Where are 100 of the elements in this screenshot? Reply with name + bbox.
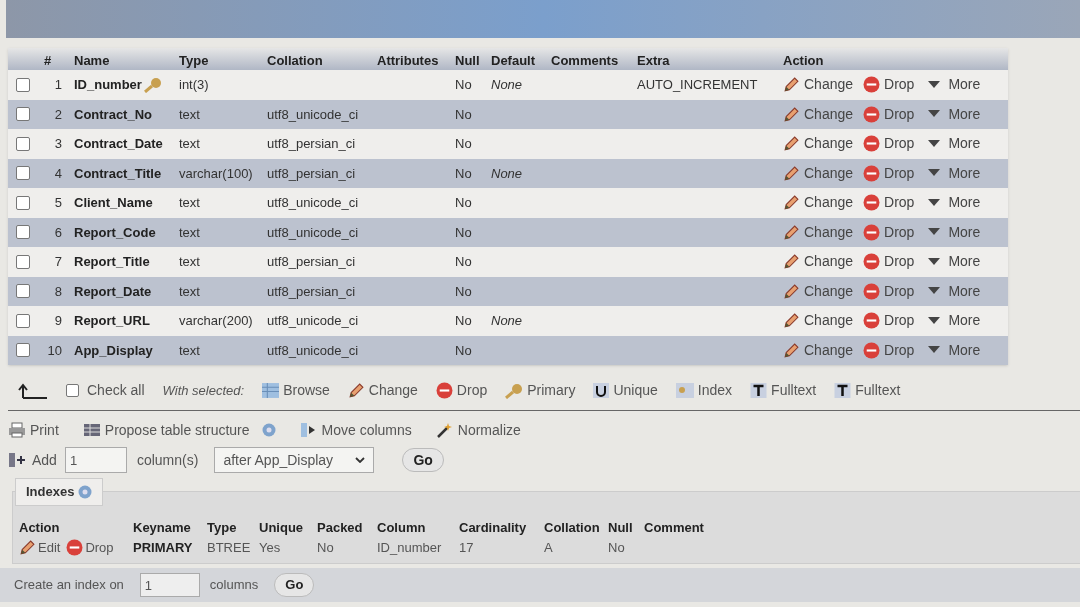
drop-link[interactable]: Drop: [863, 133, 915, 155]
checkbox[interactable]: [16, 107, 30, 122]
more-link[interactable]: More: [928, 133, 981, 155]
column-header[interactable]: Action: [19, 520, 60, 535]
drop-link[interactable]: Drop: [863, 280, 915, 302]
drop-icon: [863, 312, 881, 330]
move-link[interactable]: Move columns: [299, 419, 412, 441]
null-value: No: [455, 136, 472, 151]
column-type: varchar(100): [179, 165, 253, 181]
change-button[interactable]: Change: [347, 380, 418, 401]
column-header[interactable]: Comment: [644, 520, 704, 535]
drop-link[interactable]: Drop: [863, 221, 915, 243]
pencil-icon: [783, 135, 800, 153]
go-button[interactable]: Go: [402, 448, 444, 472]
more-link[interactable]: More: [928, 310, 981, 332]
column-name: Report_URL: [74, 312, 150, 330]
change-link[interactable]: Change: [783, 162, 854, 184]
drop-icon: [863, 135, 881, 153]
propose-link[interactable]: Propose table structure: [82, 419, 250, 441]
change-link[interactable]: Change: [783, 103, 854, 125]
column-name: Contract_No: [74, 105, 152, 124]
checkbox[interactable]: [16, 77, 30, 92]
default-value: None: [491, 77, 523, 92]
check-all[interactable]: Check all: [66, 380, 145, 401]
position-select[interactable]: after App_Display: [214, 447, 375, 473]
column-header[interactable]: Unique: [259, 520, 304, 535]
drop-icon: [863, 223, 881, 241]
column-header[interactable]: Type: [207, 520, 237, 535]
change-link[interactable]: Change: [783, 133, 854, 155]
more-link[interactable]: More: [928, 280, 981, 302]
column-name: Report_Date: [74, 282, 152, 301]
column-header[interactable]: Action: [783, 52, 824, 68]
fulltext-button[interactable]: Fulltext: [750, 380, 817, 401]
print-link[interactable]: Print: [8, 419, 59, 441]
column-header[interactable]: Collation: [544, 520, 600, 535]
column-header[interactable]: Type: [179, 52, 209, 68]
drop-button[interactable]: Drop: [435, 380, 488, 401]
checkbox[interactable]: [16, 313, 30, 328]
row-number: 9: [53, 312, 62, 330]
index-count-field[interactable]: 1: [139, 573, 200, 597]
checkbox[interactable]: [16, 254, 30, 269]
column-header[interactable]: Collation: [267, 52, 323, 68]
more-link[interactable]: More: [928, 74, 981, 96]
edit-link[interactable]: Edit: [19, 537, 61, 557]
more-link[interactable]: More: [928, 339, 981, 361]
caret-icon: [928, 257, 941, 266]
unique-button[interactable]: Unique: [593, 380, 658, 401]
column-header[interactable]: Keyname: [133, 520, 191, 535]
column-header[interactable]: #: [44, 52, 52, 68]
count-field[interactable]: 1: [64, 447, 127, 473]
column-header[interactable]: Null: [455, 52, 480, 68]
change-link[interactable]: Change: [783, 221, 854, 243]
normalize-link[interactable]: Normalize: [435, 419, 521, 441]
fulltext-button[interactable]: Fulltext: [834, 380, 901, 401]
change-link[interactable]: Change: [783, 339, 854, 361]
primary-button[interactable]: Primary: [505, 380, 576, 401]
checkbox[interactable]: [16, 166, 30, 181]
change-link[interactable]: Change: [783, 251, 854, 273]
change-link[interactable]: Change: [783, 280, 854, 302]
column-header[interactable]: Packed: [317, 520, 363, 535]
column-header[interactable]: Default: [491, 52, 536, 68]
pencil-icon: [783, 312, 800, 330]
go-button[interactable]: Go: [274, 573, 315, 597]
drop-link[interactable]: Drop: [863, 192, 915, 214]
null-value: No: [455, 224, 472, 240]
drop-link[interactable]: Drop: [863, 74, 915, 96]
drop-link[interactable]: Drop: [863, 339, 915, 361]
checkbox[interactable]: [16, 225, 30, 240]
checkbox[interactable]: [16, 284, 30, 299]
more-link[interactable]: More: [928, 103, 981, 125]
column-header[interactable]: Name: [74, 52, 110, 68]
columns-label: columns: [209, 576, 259, 595]
more-link[interactable]: More: [928, 251, 981, 273]
column-header[interactable]: Extra: [637, 52, 670, 68]
change-link[interactable]: Change: [783, 310, 854, 332]
more-link[interactable]: More: [928, 192, 981, 214]
pencil-icon: [783, 253, 800, 271]
index-button[interactable]: Index: [675, 380, 733, 401]
browse-button[interactable]: Browse: [262, 380, 330, 401]
change-link[interactable]: Change: [783, 192, 854, 214]
checkbox[interactable]: [16, 195, 30, 210]
more-link[interactable]: More: [928, 221, 981, 243]
checkbox[interactable]: [16, 343, 30, 358]
drop-link[interactable]: Drop: [863, 103, 915, 125]
drop-link[interactable]: Drop: [66, 537, 114, 557]
column-header[interactable]: Cardinality: [459, 520, 527, 535]
column-header[interactable]: Null: [608, 520, 633, 535]
column-header[interactable]: Comments: [551, 52, 619, 68]
change-link[interactable]: Change: [783, 74, 854, 96]
more-link[interactable]: More: [928, 162, 981, 184]
pencil-icon: [783, 341, 800, 359]
indexes-tab[interactable]: Indexes: [15, 478, 104, 506]
drop-link[interactable]: Drop: [863, 310, 915, 332]
column-header[interactable]: Attributes: [377, 52, 439, 68]
drop-link[interactable]: Drop: [863, 251, 915, 273]
column-name: Contract_Date: [74, 135, 163, 153]
checkbox[interactable]: [16, 136, 30, 151]
column-header[interactable]: Column: [377, 520, 426, 535]
column-type: text: [179, 342, 200, 358]
drop-link[interactable]: Drop: [863, 162, 915, 184]
